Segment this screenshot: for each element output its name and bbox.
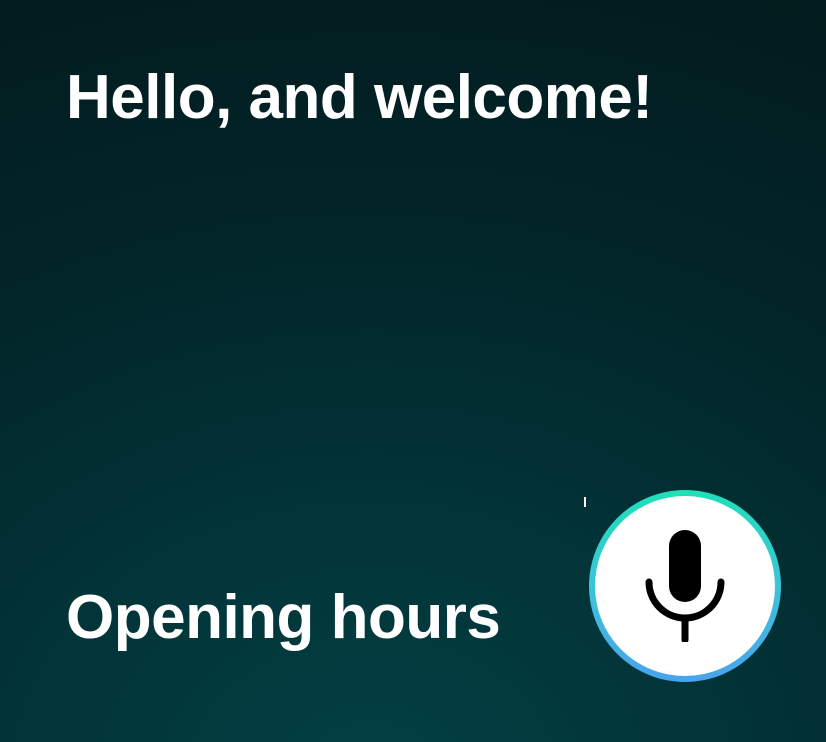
microphone-button[interactable] [589, 490, 781, 682]
microphone-icon [645, 530, 725, 642]
opening-hours-suggestion[interactable]: Opening hours [66, 583, 501, 652]
welcome-heading: Hello, and welcome! [66, 63, 653, 132]
cursor-mark [584, 497, 586, 507]
microphone-button-face [595, 496, 775, 676]
